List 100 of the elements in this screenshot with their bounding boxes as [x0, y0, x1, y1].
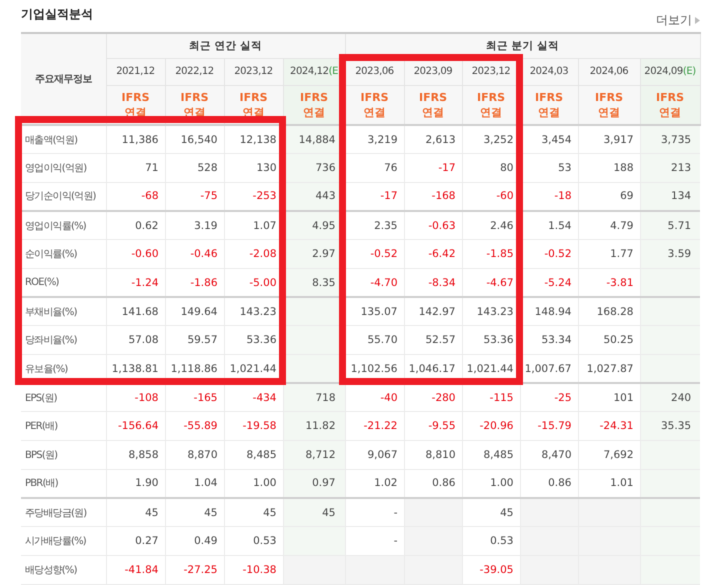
table-cell: 3,454 — [520, 125, 578, 154]
table-cell: 55.70 — [345, 326, 404, 354]
table-cell: 3.19 — [165, 211, 224, 240]
table-cell: -19.58 — [224, 412, 283, 441]
table-cell: 50.25 — [578, 326, 640, 354]
table-cell: 5.71 — [640, 211, 700, 240]
row-label: 매출액(억원) — [21, 125, 106, 154]
table-cell: 1.77 — [578, 240, 640, 268]
table-cell: 8,870 — [165, 440, 224, 470]
column-header: 2021,12 — [106, 58, 165, 85]
table-cell: 0.27 — [106, 526, 165, 556]
row-label: PER(배) — [21, 412, 106, 441]
table-cell: 3,219 — [345, 125, 404, 154]
table-cell: 8,485 — [462, 440, 520, 470]
table-cell: -15.79 — [520, 412, 578, 441]
basis-label: IFRS 연결 — [640, 85, 700, 125]
table-cell: -156.64 — [106, 412, 165, 441]
table-cell: -115 — [462, 383, 520, 412]
table-cell: -9.55 — [404, 412, 462, 441]
table-cell: 142.97 — [404, 297, 462, 326]
table-cell: 8,470 — [520, 440, 578, 470]
table-cell: 45 — [462, 498, 520, 527]
table-cell: 45 — [283, 498, 345, 527]
table-cell: -27.25 — [165, 555, 224, 584]
table-cell: 0.97 — [283, 469, 345, 498]
table-cell: 9,067 — [345, 440, 404, 470]
table-cell: -0.52 — [345, 240, 404, 268]
table-cell: -25 — [520, 383, 578, 412]
table-cell: -41.84 — [106, 555, 165, 584]
row-label: 시가배당률(%) — [21, 526, 106, 556]
table-cell: 11.82 — [283, 412, 345, 441]
caret-icon — [695, 16, 700, 24]
table-cell: 59.57 — [165, 326, 224, 354]
column-header: 주요재무정보 — [21, 33, 106, 125]
row-label: 주당배당금(원) — [21, 498, 106, 527]
table-cell: 71 — [106, 154, 165, 182]
column-header: 2024,06 — [578, 58, 640, 85]
basis-label: IFRS 연결 — [404, 85, 462, 125]
table-cell: -55.89 — [165, 412, 224, 441]
table-cell: 8,485 — [224, 440, 283, 470]
table-cell: 45 — [165, 498, 224, 527]
table-cell: 3,735 — [640, 125, 700, 154]
table-cell: 213 — [640, 154, 700, 182]
more-link[interactable]: 더보기 — [656, 12, 700, 28]
table-cell: 53.34 — [520, 326, 578, 354]
basis-label: IFRS 연결 — [345, 85, 404, 125]
table-cell: 101 — [578, 383, 640, 412]
table-cell: 11,386 — [106, 125, 165, 154]
table-cell: 52.57 — [404, 326, 462, 354]
row-label: 영업이익률(%) — [21, 211, 106, 240]
table-cell: -0.60 — [106, 240, 165, 268]
table-cell: 3.59 — [640, 240, 700, 268]
table-cell: -0.46 — [165, 240, 224, 268]
section-title: 기업실적분석 — [21, 6, 93, 23]
table-cell: -10.38 — [224, 555, 283, 584]
row-label: BPS(원) — [21, 440, 106, 470]
table-cell: -17 — [404, 154, 462, 182]
table-cell: 0.53 — [462, 526, 520, 556]
basis-label: IFRS 연결 — [578, 85, 640, 125]
table-cell: 134 — [640, 182, 700, 212]
table-cell: 0.62 — [106, 211, 165, 240]
table-cell: 149.64 — [165, 297, 224, 326]
table-cell: -108 — [106, 383, 165, 412]
table-cell: 3,917 — [578, 125, 640, 154]
column-header: 2023,12 — [224, 58, 283, 85]
table-cell: 53 — [520, 154, 578, 182]
table-cell: - — [345, 526, 404, 556]
column-header: 2022,12 — [165, 58, 224, 85]
table-cell: -434 — [224, 383, 283, 412]
table-cell: 168.28 — [578, 297, 640, 326]
table-cell: -24.31 — [578, 412, 640, 441]
column-header: 2024,09(E) — [640, 58, 700, 85]
table-cell: - — [345, 498, 404, 527]
table-cell: -40 — [345, 383, 404, 412]
table-cell: 45 — [106, 498, 165, 527]
table-cell: 135.07 — [345, 297, 404, 326]
table-cell: -39.05 — [462, 555, 520, 584]
table-cell: -20.96 — [462, 412, 520, 441]
section-header: 최근 연간 실적 — [106, 33, 345, 58]
table-cell: 45 — [224, 498, 283, 527]
table-cell: -0.52 — [520, 240, 578, 268]
row-label: 순이익률(%) — [21, 240, 106, 268]
table-cell: 0.53 — [224, 526, 283, 556]
table-cell: 718 — [283, 383, 345, 412]
table-cell: 141.68 — [106, 297, 165, 326]
table-cell: 528 — [165, 154, 224, 182]
table-cell: 7,692 — [578, 440, 640, 470]
table-cell: 2.35 — [345, 211, 404, 240]
row-label: 영업이익(억원) — [21, 154, 106, 182]
table-cell: -280 — [404, 383, 462, 412]
table-cell: 240 — [640, 383, 700, 412]
column-header: 2024,03 — [520, 58, 578, 85]
table-cell: 2,613 — [404, 125, 462, 154]
table-cell: 188 — [578, 154, 640, 182]
table-cell: 1.54 — [520, 211, 578, 240]
table-cell: 0.49 — [165, 526, 224, 556]
table-cell: 8,858 — [106, 440, 165, 470]
table-cell: -0.63 — [404, 211, 462, 240]
table-cell: 16,540 — [165, 125, 224, 154]
section-header: 최근 분기 실적 — [345, 33, 700, 58]
